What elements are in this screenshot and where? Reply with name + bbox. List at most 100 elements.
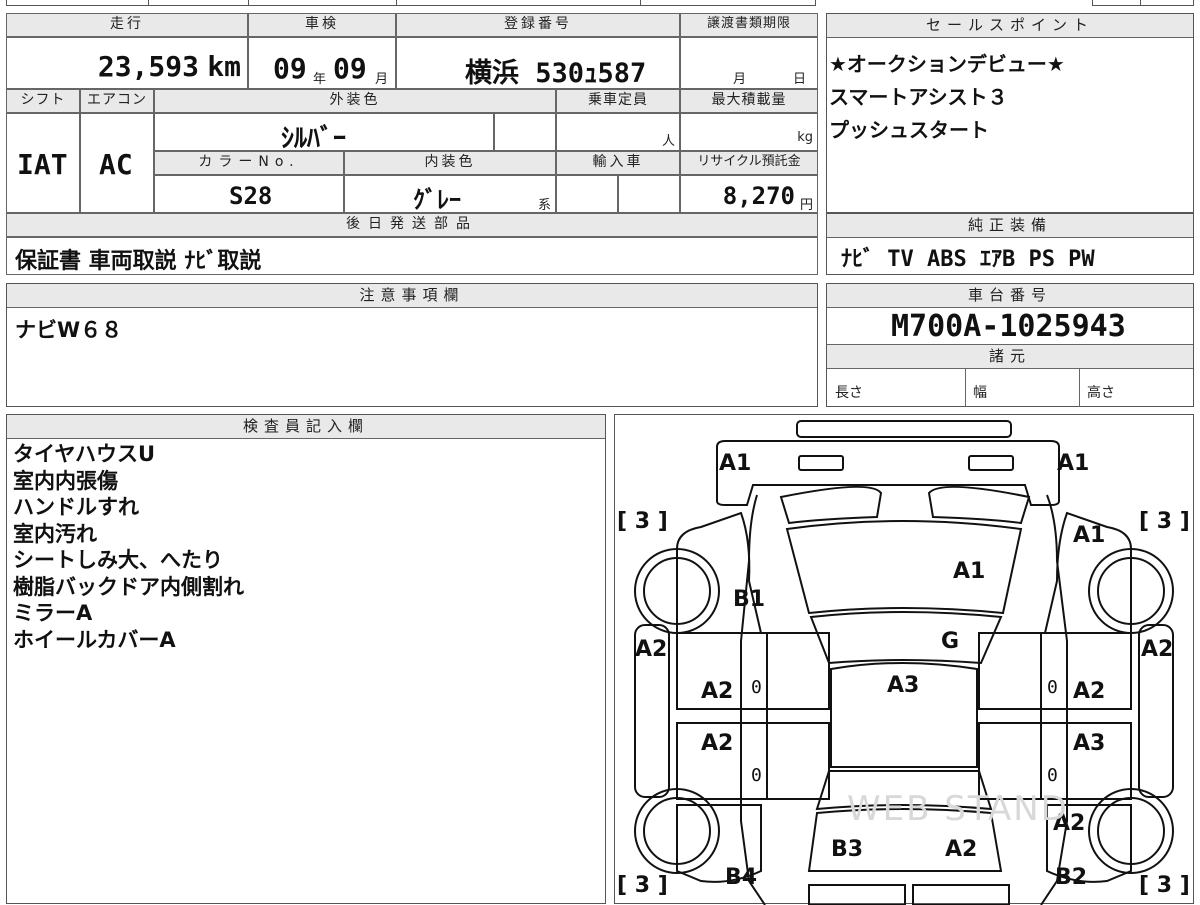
inspector-line: ホイールカバーA	[13, 627, 176, 652]
damage-left-front-fender: B1	[733, 587, 766, 612]
tire-rr-value: 3	[1156, 873, 1173, 898]
tire-rl-bracket: [ 3 ]	[617, 873, 668, 898]
exterior-color-extra	[494, 113, 556, 151]
color-no-header: カラーNo.	[154, 151, 344, 175]
damage-right-front-door: A2	[1073, 679, 1106, 704]
genuine-equipment-header: 純正装備	[827, 214, 1193, 238]
tire-fl-bracket: [ 3 ]	[617, 509, 668, 534]
inspection-header: 車検	[248, 13, 396, 37]
damage-front-left: A1	[719, 451, 752, 476]
damage-roof: A3	[887, 673, 920, 698]
exterior-color-header: 外装色	[154, 89, 556, 113]
sales-points-box: セールスポイント ★オークションデビュー★ スマートアシスト３ プッシュスタート	[826, 13, 1194, 213]
inspection-month-unit: 月	[375, 72, 389, 87]
inspector-header: 検査員記入欄	[7, 415, 605, 439]
damage-left-side: A2	[635, 637, 668, 662]
registration-cell: 横浜 530ｭ587	[396, 37, 680, 89]
transfer-deadline-cell: 月 日	[680, 37, 818, 89]
spec-height-label: 高さ	[1087, 385, 1115, 401]
inspection-year-unit: 年	[313, 72, 327, 87]
chassis-value: M700A-1025943	[891, 309, 1126, 344]
mileage-cell: 23,593 km	[6, 37, 248, 89]
tire-fr-value: 3	[1156, 509, 1173, 534]
door-zero-1: 0	[751, 677, 762, 698]
recycle-cell: 8,270 円	[680, 175, 818, 213]
import-header: 輸入車	[556, 151, 680, 175]
genuine-equipment-value: ﾅﾋﾞ TV ABS ｴｱB PS PW	[841, 247, 1095, 272]
import-cell-1	[556, 175, 618, 213]
damage-right-front-fender: A1	[1073, 523, 1106, 548]
damage-right-side: A2	[1141, 637, 1174, 662]
vehicle-info-table: 走行 車検 登録番号 譲渡書類期限 23,593 km 09 年 09 月 横浜…	[6, 13, 818, 275]
aircon-cell: AC	[80, 113, 154, 213]
damage-rear-left: B3	[831, 837, 864, 862]
later-parts-value: 保証書 車両取説 ﾅﾋﾞ取説	[15, 249, 262, 274]
specs-header: 諸元	[827, 345, 1193, 369]
transfer-month-unit: 月	[733, 72, 747, 87]
capacity-cell: 人	[556, 113, 680, 151]
watermark: WEB STAND	[847, 789, 1069, 829]
later-parts-cell: 保証書 車両取説 ﾅﾋﾞ取説	[6, 237, 818, 275]
tire-fr-bracket: [ 3 ]	[1139, 509, 1190, 534]
mileage-header: 走行	[6, 13, 248, 37]
chassis-box: 車台番号 M700A-1025943 諸元 長さ 幅 高さ	[826, 283, 1194, 407]
tire-rr-bracket: [ 3 ]	[1139, 873, 1190, 898]
registration-value: 横浜 530ｭ587	[465, 58, 647, 89]
inspector-box: 検査員記入欄 タイヤハウスU 室内内張傷 ハンドルすれ 室内汚れ シートしみ大、…	[6, 414, 606, 904]
notes-value: ナビW６８	[15, 318, 123, 342]
damage-right-rear-door: A3	[1073, 731, 1106, 756]
interior-color-header: 内装色	[344, 151, 556, 175]
shift-header: シフト	[6, 89, 80, 113]
genuine-equipment-box: 純正装備 ﾅﾋﾞ TV ABS ｴｱB PS PW	[826, 213, 1194, 275]
inspection-year: 09	[273, 52, 307, 85]
inspector-line: タイヤハウスU	[13, 442, 156, 466]
mileage-unit: km	[207, 50, 241, 83]
inspector-line: ミラーA	[13, 601, 93, 625]
damage-rear-corner-right: B2	[1055, 865, 1088, 890]
spec-width-label: 幅	[973, 385, 987, 401]
interior-color-suffix: 系	[537, 198, 551, 213]
transfer-day-unit: 日	[793, 72, 807, 87]
spec-length-label: 長さ	[835, 385, 863, 401]
exterior-color-value: ｼﾙﾊﾞｰ	[281, 124, 347, 154]
inspector-lines: タイヤハウスU 室内内張傷 ハンドルすれ 室内汚れ シートしみ大、へたり 樹脂バ…	[13, 441, 244, 653]
interior-color-cell: ｸﾞﾚｰ 系	[344, 175, 556, 214]
max-load-header: 最大積載量	[680, 89, 818, 113]
capacity-unit: 人	[661, 134, 675, 149]
inspector-line: 室内汚れ	[13, 521, 97, 546]
inspector-line: 樹脂バックドア内側割れ	[13, 574, 244, 599]
registration-header: 登録番号	[396, 13, 680, 37]
tire-fl-value: 3	[634, 509, 651, 534]
interior-color-value: ｸﾞﾚｰ	[413, 186, 461, 214]
recycle-value: 8,270	[722, 182, 795, 210]
damage-left-front-door: A2	[701, 679, 734, 704]
color-no-value: S28	[229, 182, 273, 210]
sales-point-3: プッシュスタート	[829, 118, 989, 142]
damage-rear-corner-left: B4	[725, 865, 758, 890]
chassis-header: 車台番号	[827, 284, 1193, 308]
max-load-cell: kg	[680, 113, 818, 151]
inspector-line: ハンドルすれ	[13, 495, 139, 519]
shift-value: IAT	[17, 148, 68, 181]
door-zero-2: 0	[1047, 677, 1058, 698]
top-strip	[0, 0, 1200, 8]
aircon-value: AC	[99, 148, 133, 181]
door-zero-3: 0	[751, 765, 762, 786]
mileage-value: 23,593	[97, 50, 199, 83]
tire-rl-value: 3	[634, 873, 651, 898]
import-cell-2	[618, 175, 680, 213]
car-diagram-box: [ 3 ] [ 3 ] [ 3 ] [ 3 ] A1 A1 A1 A1 B1 G…	[614, 414, 1194, 905]
notes-header: 注意事項欄	[7, 284, 817, 308]
car-diagram	[634, 420, 1174, 905]
later-parts-header: 後日発送部品	[6, 213, 818, 237]
inspection-month: 09	[333, 52, 367, 85]
exterior-color-cell: ｼﾙﾊﾞｰ	[154, 113, 494, 154]
shift-cell: IAT	[6, 113, 80, 213]
inspection-cell: 09 年 09 月	[248, 37, 396, 89]
door-zero-4: 0	[1047, 765, 1058, 786]
sales-point-2: スマートアシスト３	[829, 85, 1008, 109]
damage-left-rear-door: A2	[701, 731, 734, 756]
damage-windshield: G	[941, 629, 960, 654]
max-load-unit: kg	[797, 130, 813, 145]
damage-hood: A1	[953, 559, 986, 584]
